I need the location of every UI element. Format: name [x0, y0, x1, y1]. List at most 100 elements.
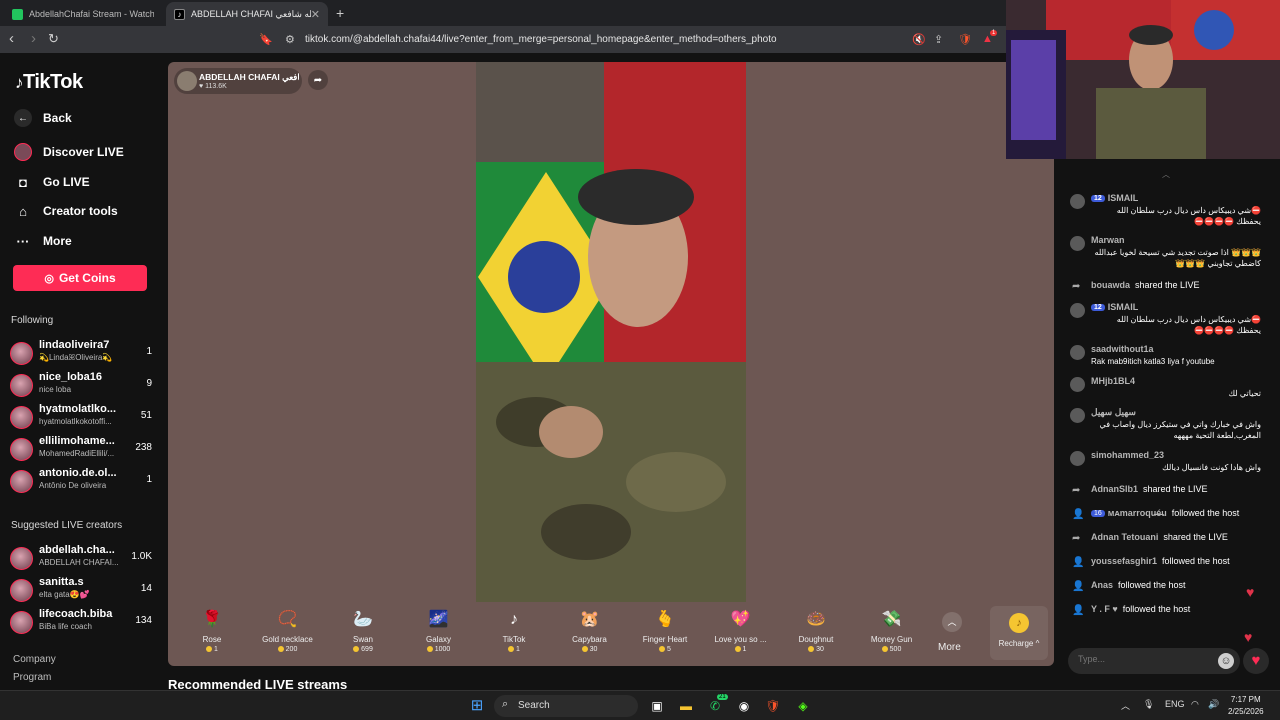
- following-account[interactable]: nice_loba16 nice loba 9: [10, 371, 152, 399]
- account-name: lifecoach.biba: [39, 608, 113, 620]
- gift-price: 200: [250, 646, 326, 653]
- following-account[interactable]: hyatmolatlko... hyatmolatlkokotoffi... 5…: [10, 403, 152, 431]
- chat-username[interactable]: سهيل سهيل: [1091, 407, 1136, 418]
- gift-tiktok[interactable]: ♪ TikTok 1: [476, 608, 552, 660]
- brave-shield-icon[interactable]: 🛡: [958, 33, 972, 46]
- gift-price: 1: [476, 646, 552, 653]
- gift-money-gun[interactable]: 💸 Money Gun 500: [854, 608, 930, 660]
- more-link[interactable]: ··· More: [14, 232, 72, 250]
- back-icon[interactable]: ‹: [9, 31, 14, 47]
- discover-live-label: Discover LIVE: [43, 145, 124, 159]
- task-view-icon[interactable]: ▣: [648, 697, 666, 715]
- share-page-icon[interactable]: ⇪: [934, 33, 943, 46]
- chat-username[interactable]: youssefasghir1: [1091, 556, 1157, 566]
- sidebar: ♪TikTok ← Back Discover LIVE ◘ Go LIVE ⌂…: [0, 53, 160, 690]
- gift-swan[interactable]: 🦢 Swan 699: [325, 608, 401, 660]
- windows-start-icon[interactable]: ⊞: [468, 697, 486, 715]
- taskbar-search[interactable]: ⌕ Search: [494, 695, 638, 717]
- recharge-button[interactable]: ♪ Recharge ^: [990, 606, 1048, 660]
- chat-username[interactable]: Marwan: [1091, 235, 1125, 245]
- avatar[interactable]: [1070, 194, 1085, 209]
- chat-username[interactable]: Y . F ♥: [1091, 604, 1118, 614]
- chat-username[interactable]: ᴍᴀmarroqu̶é̶u: [1108, 508, 1167, 518]
- gift-love-you-so[interactable]: 💖 Love you so ... 1: [703, 608, 779, 660]
- avatar[interactable]: [1070, 303, 1085, 318]
- suggested-account[interactable]: lifecoach.biba BiBa life coach 134: [10, 608, 152, 636]
- emoji-icon[interactable]: ☺: [1218, 653, 1234, 669]
- get-coins-button[interactable]: ◎ Get Coins: [13, 265, 147, 291]
- brave-browser-icon[interactable]: 🛡: [764, 697, 782, 715]
- following-account[interactable]: ellilimohame... MohamedRadiEllili/... 23…: [10, 435, 152, 463]
- chevron-up-icon[interactable]: ︿: [1162, 169, 1170, 180]
- account-nickname: nice loba: [39, 385, 72, 394]
- ellipsis-icon: ···: [16, 233, 30, 249]
- swan-icon: 🦢: [353, 611, 373, 628]
- language-indicator[interactable]: ENG: [1165, 699, 1185, 709]
- tab-tiktok-live[interactable]: ♪ ABDELLAH CHAFAI عبدالله شافعي ✕: [166, 2, 328, 26]
- creator-tools-link[interactable]: ⌂ Creator tools: [14, 202, 118, 220]
- gift-rose[interactable]: 🌹 Rose 1: [174, 608, 250, 660]
- chat-username[interactable]: MHjb1BL4: [1091, 376, 1135, 386]
- forward-icon[interactable]: ›: [31, 31, 36, 47]
- volume-icon[interactable]: 🔊: [1208, 699, 1219, 710]
- reload-icon[interactable]: ↻: [48, 31, 59, 47]
- go-live-link[interactable]: ◘ Go LIVE: [14, 173, 90, 191]
- back-link[interactable]: ← Back: [14, 109, 72, 127]
- footer-program-link[interactable]: Program: [13, 672, 51, 683]
- suggested-account[interactable]: sanitta.s elta gata😍💕 14: [10, 576, 152, 604]
- tray-chevron-icon[interactable]: ︿: [1121, 699, 1130, 712]
- like-heart-button[interactable]: ♥: [1243, 648, 1269, 674]
- avatar[interactable]: [1070, 408, 1085, 423]
- discover-live-link[interactable]: Discover LIVE: [14, 143, 124, 161]
- wifi-icon[interactable]: ◠: [1191, 699, 1199, 710]
- chat-username[interactable]: Anas: [1091, 580, 1113, 590]
- file-explorer-icon[interactable]: ▬: [677, 697, 695, 715]
- chat-username[interactable]: AdnanSlb1: [1091, 484, 1138, 494]
- chat-input-box[interactable]: ☺: [1068, 648, 1240, 674]
- host-info[interactable]: ABDELLAH CHAFAI عبدالله شافعي ♥ 113.6K: [174, 68, 302, 94]
- obs-icon[interactable]: ◉: [735, 697, 753, 715]
- suggested-account[interactable]: abdellah.cha... ABDELLAH CHAFAI... 1.0K: [10, 544, 152, 572]
- avatar[interactable]: [1070, 236, 1085, 251]
- avatar[interactable]: [1070, 345, 1085, 360]
- chevron-up-icon[interactable]: ︿: [942, 612, 962, 632]
- gift-gold-necklace[interactable]: 📿 Gold necklace 200: [250, 608, 326, 660]
- mute-tab-icon[interactable]: 🔇: [912, 33, 926, 46]
- chat-input[interactable]: [1078, 654, 1208, 664]
- kick-app-icon[interactable]: ◈: [794, 697, 812, 715]
- gift-doughnut[interactable]: 🍩 Doughnut 30: [778, 608, 854, 660]
- chat-username[interactable]: 12 ISMAIL: [1091, 302, 1138, 312]
- gift-galaxy[interactable]: 🌌 Galaxy 1000: [401, 608, 477, 660]
- chat-username[interactable]: 12 ISMAIL: [1091, 193, 1138, 203]
- chat-username[interactable]: bouawda: [1091, 280, 1130, 290]
- tiktok-logo[interactable]: ♪TikTok: [15, 71, 83, 94]
- gift-finger-heart[interactable]: 🫰 Finger Heart 5: [627, 608, 703, 660]
- site-info-icon[interactable]: ⚙: [285, 33, 295, 46]
- avatar[interactable]: [1070, 377, 1085, 392]
- more-gifts-button[interactable]: More: [938, 642, 961, 653]
- following-account[interactable]: lindaoliveira7 💫LindaꕤOliveira💫 1: [10, 339, 152, 367]
- gift-capybara[interactable]: 🐹 Capybara 30: [552, 608, 628, 660]
- chat-username[interactable]: Adnan Tetouani: [1091, 532, 1158, 542]
- live-video[interactable]: [476, 62, 746, 602]
- url-field[interactable]: tiktok.com/@abdellah.chafai44/live?enter…: [305, 34, 777, 45]
- bookmark-icon[interactable]: 🔖: [259, 33, 273, 46]
- new-tab-button[interactable]: +: [336, 5, 344, 21]
- following-account[interactable]: antonio.de.ol... Antônio De oliveira 1: [10, 467, 152, 495]
- close-tab-icon[interactable]: ✕: [311, 8, 320, 21]
- microphone-icon[interactable]: 🎙: [1143, 699, 1154, 710]
- avatar[interactable]: [1070, 451, 1085, 466]
- tab-abdellahchafai-stream[interactable]: AbdellahChafai Stream - Watch Live: [4, 2, 162, 26]
- footer-company-link[interactable]: Company: [13, 654, 56, 665]
- chat-username[interactable]: saadwithout1a: [1091, 344, 1154, 354]
- chat-username[interactable]: simohammed_23: [1091, 450, 1164, 460]
- gift-price: 5: [627, 646, 703, 653]
- viewer-count: 1: [146, 346, 152, 357]
- gift-price-value: 30: [816, 646, 824, 653]
- galaxy-icon: 🌌: [428, 611, 449, 628]
- floating-heart-icon: ♥: [1244, 629, 1253, 645]
- creator-tools-label: Creator tools: [43, 204, 118, 218]
- share-button[interactable]: ➦: [308, 70, 328, 90]
- clock[interactable]: 7:17 PM 2/25/2026: [1228, 694, 1264, 718]
- finger-heart-icon: 🫰: [655, 611, 675, 628]
